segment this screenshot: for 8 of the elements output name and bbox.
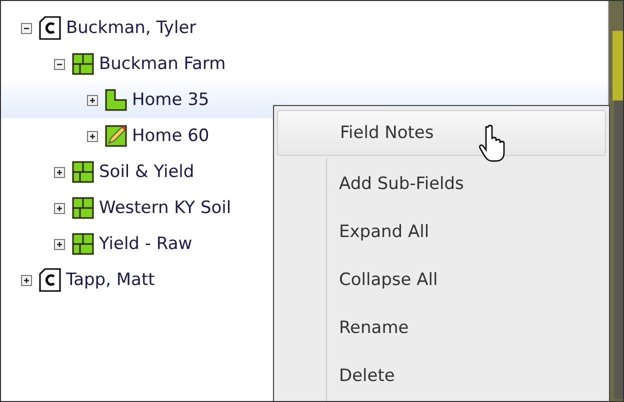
- tree-label: Buckman, Tyler: [66, 18, 196, 38]
- tree-label: Home 35: [132, 90, 210, 110]
- tree-label: Yield - Raw: [99, 234, 192, 254]
- tree-label: Tapp, Matt: [66, 270, 155, 290]
- tree-label: Home 60: [132, 126, 210, 146]
- tree-label: Soil & Yield: [99, 162, 194, 182]
- tree-label: Buckman Farm: [99, 54, 226, 74]
- tree-label: Western KY Soil: [99, 198, 232, 218]
